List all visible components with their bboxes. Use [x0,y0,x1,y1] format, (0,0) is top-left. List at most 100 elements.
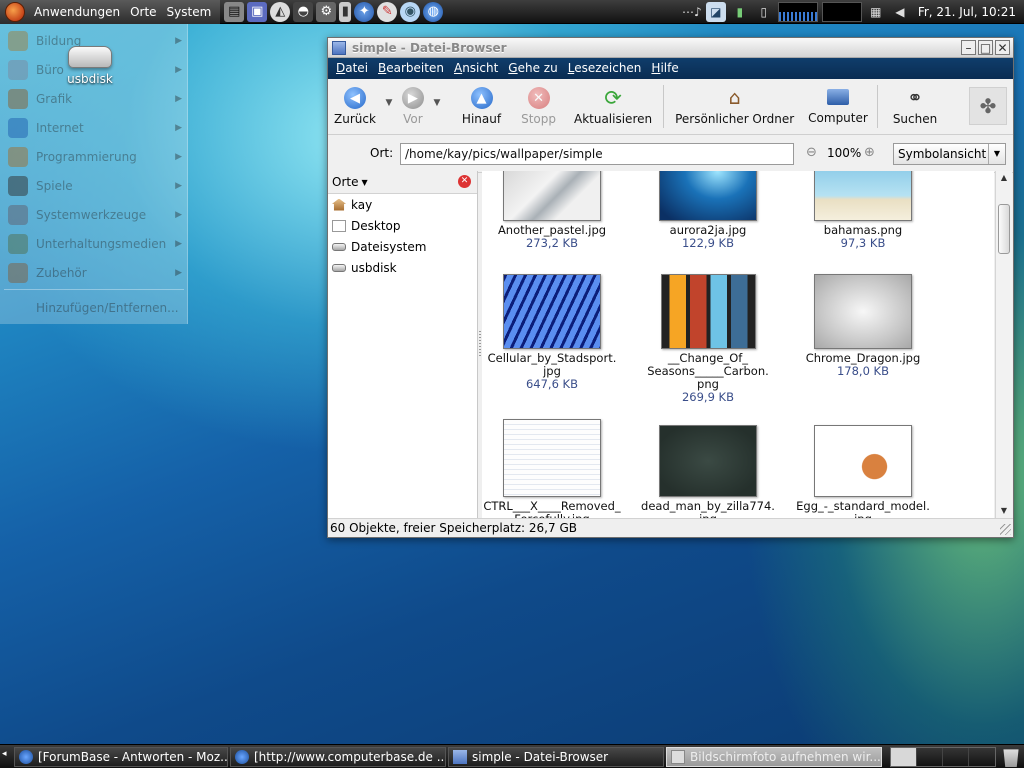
workspace-1[interactable] [891,748,917,766]
file-item[interactable]: CTRL___X____Removed_ Forcefully.jpg [482,419,622,518]
taskbar-button[interactable]: [http://www.computerbase.de ... [230,747,446,767]
file-item[interactable]: __Change_Of_ Seasons_____Carbon. png 269,… [638,274,778,404]
file-size: 97,3 KB [840,236,886,250]
back-history-dropdown[interactable]: ▼ [382,71,396,134]
system-monitor-net[interactable] [821,2,862,22]
system-monitor-cpu[interactable] [777,2,818,22]
chip-icon[interactable]: ▦ [866,2,886,22]
menu-item-add-remove[interactable]: Hinzufügen/Entfernen... [0,293,188,322]
media-player-icon[interactable]: ▣ [247,1,268,22]
workspace-3[interactable] [943,748,969,766]
binoculars-icon: ⚭ [907,87,923,109]
zoom-out-icon[interactable]: ⊖ [806,145,817,160]
tools-icon[interactable]: ⚙ [316,1,337,22]
sidebar-place-desktop[interactable]: Desktop [328,215,477,236]
chat-bubble-icon[interactable]: ◉ [400,1,421,22]
menu-system[interactable]: System [162,0,217,24]
volume-icon[interactable]: ◀ [890,2,910,22]
desktop-icon [332,219,346,232]
file-item[interactable]: Cellular_by_Stadsport. jpg 647,6 KB [482,274,622,391]
computer-button[interactable]: Computer [802,79,874,134]
file-item[interactable]: bahamas.png 97,3 KB [793,171,933,250]
up-button[interactable]: ▲ Hinauf [444,79,511,134]
monitor-icon[interactable]: ▤ [224,1,245,22]
bar-icon[interactable]: ▮ [339,1,352,22]
taskbar-button[interactable]: [ForumBase - Antworten - Moz... [14,747,228,767]
paint-icon[interactable]: ✎ [377,1,398,22]
hat-icon[interactable]: ◓ [293,1,314,22]
scroll-up-arrow-icon[interactable]: ▲ [996,171,1012,185]
file-name: Cellular_by_Stadsport. jpg [487,351,617,378]
scrollbar-thumb[interactable] [998,204,1010,254]
place-label: kay [351,197,373,212]
file-item[interactable]: Chrome_Dragon.jpg 178,0 KB [793,274,933,378]
inkscape-icon[interactable]: ◭ [270,1,291,22]
home-folder-button[interactable]: ⌂ Persönlicher Ordner [667,79,802,134]
menu-item-unterhaltungsmedien[interactable]: Unterhaltungsmedien ▶ [0,229,188,258]
pane-splitter-handle[interactable] [479,331,481,357]
show-desktop-handle[interactable]: ◂ [2,749,7,759]
menu-places[interactable]: Orte [125,0,161,24]
view-mode-select[interactable]: Symbolansicht ▼ [893,143,1006,165]
maximize-button[interactable]: □ [978,40,993,55]
file-item[interactable]: Another_pastel.jpg 273,2 KB [482,171,622,250]
sidebar-close-icon[interactable]: ✕ [458,175,471,188]
workspace-switcher[interactable] [890,747,996,767]
menu-hilfe[interactable]: Hilfe [646,58,683,79]
menu-item-zubehör[interactable]: Zubehör ▶ [0,258,188,287]
panel-clock[interactable]: Fr, 21. Jul, 10:21 [914,5,1020,19]
chevron-right-icon: ▶ [175,64,182,75]
taskbar-button[interactable]: Bildschirmfoto aufnehmen wir... [666,747,882,767]
workspace-4[interactable] [969,748,995,766]
menu-item-internet[interactable]: Internet ▶ [0,113,188,142]
clipboard-icon[interactable]: ▯ [754,2,774,22]
back-button[interactable]: ◀ Zurück [328,79,382,134]
compass-icon[interactable]: ✦ [354,1,375,22]
file-thumbnail [503,171,601,221]
zoom-in-icon[interactable]: ⊕ [864,145,875,160]
sidebar-place-usbdisk[interactable]: usbdisk [328,257,477,278]
desktop-icon-usbdisk[interactable]: usbdisk [62,46,118,86]
stop-button[interactable]: ✕ Stopp [511,79,566,134]
menu-item-grafik[interactable]: Grafik ▶ [0,84,188,113]
forward-button[interactable]: ▶ Vor [396,79,430,134]
status-bar: 60 Objekte, freier Speicherplatz: 26,7 G… [328,518,1013,537]
workspace-2[interactable] [917,748,943,766]
taskbar-button[interactable]: simple - Datei-Browser [448,747,664,767]
menu-applications[interactable]: Anwendungen [29,0,125,24]
scroll-down-arrow-icon[interactable]: ▼ [996,504,1012,518]
chevron-down-icon[interactable]: ▼ [361,178,367,187]
trash-icon[interactable] [1003,749,1019,767]
close-button[interactable]: ✕ [995,40,1010,55]
menu-item-systemwerkzeuge[interactable]: Systemwerkzeuge ▶ [0,200,188,229]
main-menu-bar: Anwendungen Orte System [0,0,221,24]
location-input[interactable] [400,143,794,165]
minimize-button[interactable]: – [961,40,976,55]
search-button[interactable]: ⚭ Suchen [881,79,949,134]
menu-item-label: Internet [36,120,84,135]
zoom-level[interactable]: 100% [827,146,861,160]
foot-icon: ✤ [979,94,997,118]
menu-item-spiele[interactable]: Spiele ▶ [0,171,188,200]
window-titlebar[interactable]: simple - Datei-Browser – □ ✕ [328,38,1013,58]
menu-ansicht[interactable]: Ansicht [449,58,503,79]
resize-grip[interactable] [1000,524,1011,535]
menu-datei[interactable]: Datei [331,58,373,79]
battery-icon[interactable]: ▮ [730,2,750,22]
vertical-scrollbar[interactable]: ▲ ▼ [995,171,1012,518]
sidebar-place-kay[interactable]: kay [328,194,477,215]
menu-item-programmierung[interactable]: Programmierung ▶ [0,142,188,171]
notes-icon[interactable]: ⋯♪ [682,2,702,22]
view-mode-value: Symbolansicht [898,147,987,161]
reload-button[interactable]: ⟳ Aktualisieren [566,79,660,134]
gauge-icon[interactable]: ◪ [705,2,726,22]
file-item[interactable]: Egg_-_standard_model. jpg [793,425,933,518]
file-item[interactable]: dead_man_by_zilla774. jpg [638,425,778,518]
file-item[interactable]: aurora2ja.jpg 122,9 KB [638,171,778,250]
menu-gehe-zu[interactable]: Gehe zu [503,58,562,79]
globe-icon[interactable]: ◍ [423,1,444,22]
forward-history-dropdown[interactable]: ▼ [430,71,444,134]
sidebar-type-select[interactable]: Orte [332,175,358,189]
sidebar-place-dateisystem[interactable]: Dateisystem [328,236,477,257]
menu-lesezeichen[interactable]: Lesezeichen [563,58,647,79]
